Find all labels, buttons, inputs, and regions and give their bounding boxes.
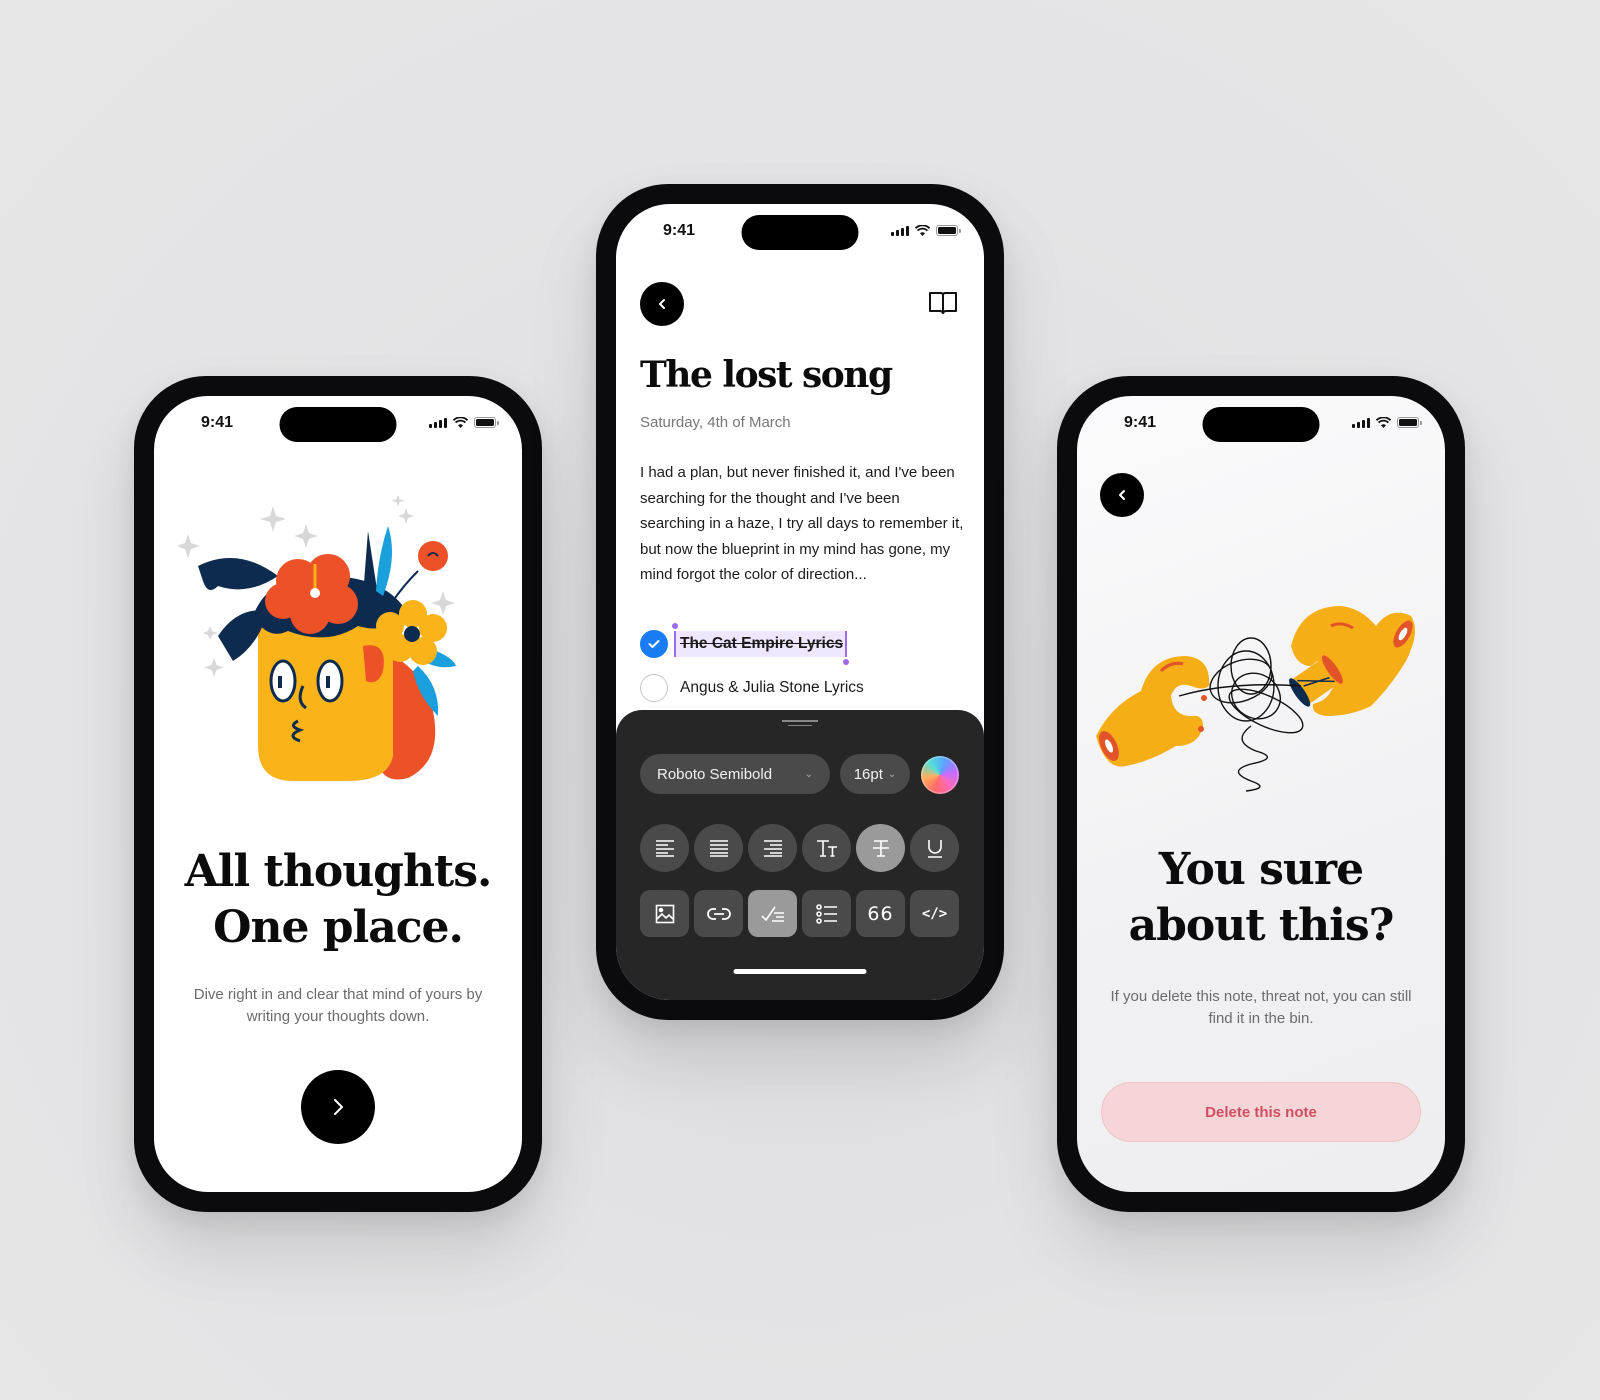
dynamic-island <box>741 215 859 250</box>
checklist-icon <box>760 906 784 922</box>
onboarding-screen: 9:41 All thoughts. One place. Dive right… <box>154 396 522 1192</box>
strikethrough-button[interactable] <box>856 824 905 872</box>
code-icon: </> <box>921 905 948 922</box>
checkbox-unchecked[interactable] <box>640 674 668 702</box>
strikethrough-icon <box>872 840 889 857</box>
wifi-icon <box>453 417 468 428</box>
battery-icon <box>936 225 961 236</box>
chevron-right-icon <box>334 1099 343 1115</box>
status-icons <box>429 417 499 428</box>
image-icon <box>655 904 674 923</box>
code-button[interactable]: </> <box>910 890 959 937</box>
note-date: Saturday, 4th of March <box>640 414 791 431</box>
chevron-down-icon: ⌄ <box>804 768 813 780</box>
checklist-label[interactable]: Angus & Julia Stone Lyrics <box>680 679 864 697</box>
signal-icon <box>891 225 909 236</box>
hands-untangling-thread-illustration <box>1096 606 1415 792</box>
checklist-item[interactable]: Angus & Julia Stone Lyrics <box>640 666 964 710</box>
signal-icon <box>1352 417 1370 428</box>
status-bar: 9:41 <box>616 204 984 264</box>
text-format-row <box>640 824 959 872</box>
insert-row: 66 </> <box>640 890 959 937</box>
insert-image-button[interactable] <box>640 890 689 937</box>
status-time: 9:41 <box>201 414 234 431</box>
checklist-button[interactable] <box>748 890 797 937</box>
checkbox-checked[interactable] <box>640 630 668 658</box>
back-button[interactable] <box>640 282 684 326</box>
chevron-left-icon <box>1119 490 1125 500</box>
status-icons <box>891 225 961 236</box>
woman-with-flowers-illustration <box>178 496 456 781</box>
font-size-value: 16pt <box>853 765 883 783</box>
onboarding-subtitle: Dive right in and clear that mind of you… <box>193 986 483 1025</box>
underline-button[interactable] <box>910 824 959 872</box>
align-justify-button[interactable] <box>694 824 743 872</box>
editor-screen: 9:41 The lost song Saturday, 4th of Marc… <box>616 204 984 1000</box>
note-body[interactable]: I had a plan, but never finished it, and… <box>640 460 964 588</box>
status-bar: 9:41 <box>154 396 522 456</box>
align-right-button[interactable] <box>748 824 797 872</box>
open-book-icon[interactable] <box>928 290 958 316</box>
delete-confirm-subtitle: If you delete this note, threat not, you… <box>1110 988 1412 1027</box>
phone-editor: 9:41 The lost song Saturday, 4th of Marc… <box>596 184 1004 1020</box>
delete-note-button[interactable]: Delete this note <box>1101 1082 1421 1142</box>
back-button[interactable] <box>1100 473 1144 517</box>
checklist-label-text: The Cat Empire Lyrics <box>680 635 844 652</box>
link-icon <box>706 907 731 920</box>
delete-confirm-title: You sure about this? <box>1077 842 1445 954</box>
underline-icon <box>927 840 942 858</box>
note-title[interactable]: The lost song <box>640 354 893 396</box>
phone-onboarding: 9:41 All thoughts. One place. Dive right… <box>134 376 542 1212</box>
chevron-left-icon <box>659 299 665 309</box>
font-size-select[interactable]: 16pt ⌄ <box>840 754 910 794</box>
dynamic-island <box>1202 407 1320 442</box>
bullet-list-icon <box>815 903 837 924</box>
wifi-icon <box>915 225 930 236</box>
align-right-icon <box>763 840 782 857</box>
insert-link-button[interactable] <box>694 890 743 937</box>
check-icon <box>648 640 660 648</box>
align-left-button[interactable] <box>640 824 689 872</box>
title-line-2: One place. <box>213 902 464 953</box>
quote-icon: 66 <box>867 902 894 925</box>
wifi-icon <box>1376 417 1391 428</box>
gradient-color-picker[interactable] <box>921 756 959 794</box>
status-time: 9:41 <box>1124 414 1157 431</box>
align-justify-icon <box>709 840 728 857</box>
checklist-item[interactable]: The Cat Empire Lyrics <box>640 622 964 666</box>
align-left-icon <box>655 840 674 857</box>
title-line-1: You sure <box>1158 844 1364 895</box>
battery-icon <box>474 417 499 428</box>
status-bar: 9:41 <box>1077 396 1445 456</box>
delete-confirm-screen: 9:41 You sure about this? If you delete … <box>1077 396 1445 1192</box>
font-family-select[interactable]: Roboto Semibold ⌄ <box>640 754 830 794</box>
signal-icon <box>429 417 447 428</box>
text-size-icon <box>816 840 837 857</box>
text-size-button[interactable] <box>802 824 851 872</box>
quote-button[interactable]: 66 <box>856 890 905 937</box>
next-button[interactable] <box>301 1070 375 1144</box>
home-indicator <box>733 969 867 974</box>
checklist-label[interactable]: The Cat Empire Lyrics <box>671 623 850 665</box>
sheet-grabber[interactable] <box>782 720 818 726</box>
bullet-list-button[interactable] <box>802 890 851 937</box>
status-time: 9:41 <box>663 222 696 239</box>
dynamic-island <box>279 407 397 442</box>
chevron-down-icon: ⌄ <box>887 768 897 780</box>
formatting-toolbar-sheet: Roboto Semibold ⌄ 16pt ⌄ 66 </> <box>616 710 984 1000</box>
font-family-value: Roboto Semibold <box>657 765 773 783</box>
title-line-2: about this? <box>1128 900 1395 951</box>
phone-delete-confirm: 9:41 You sure about this? If you delete … <box>1057 376 1465 1212</box>
onboarding-title: All thoughts. One place. <box>154 844 522 956</box>
title-line-1: All thoughts. <box>184 846 493 897</box>
battery-icon <box>1397 417 1422 428</box>
status-icons <box>1352 417 1422 428</box>
